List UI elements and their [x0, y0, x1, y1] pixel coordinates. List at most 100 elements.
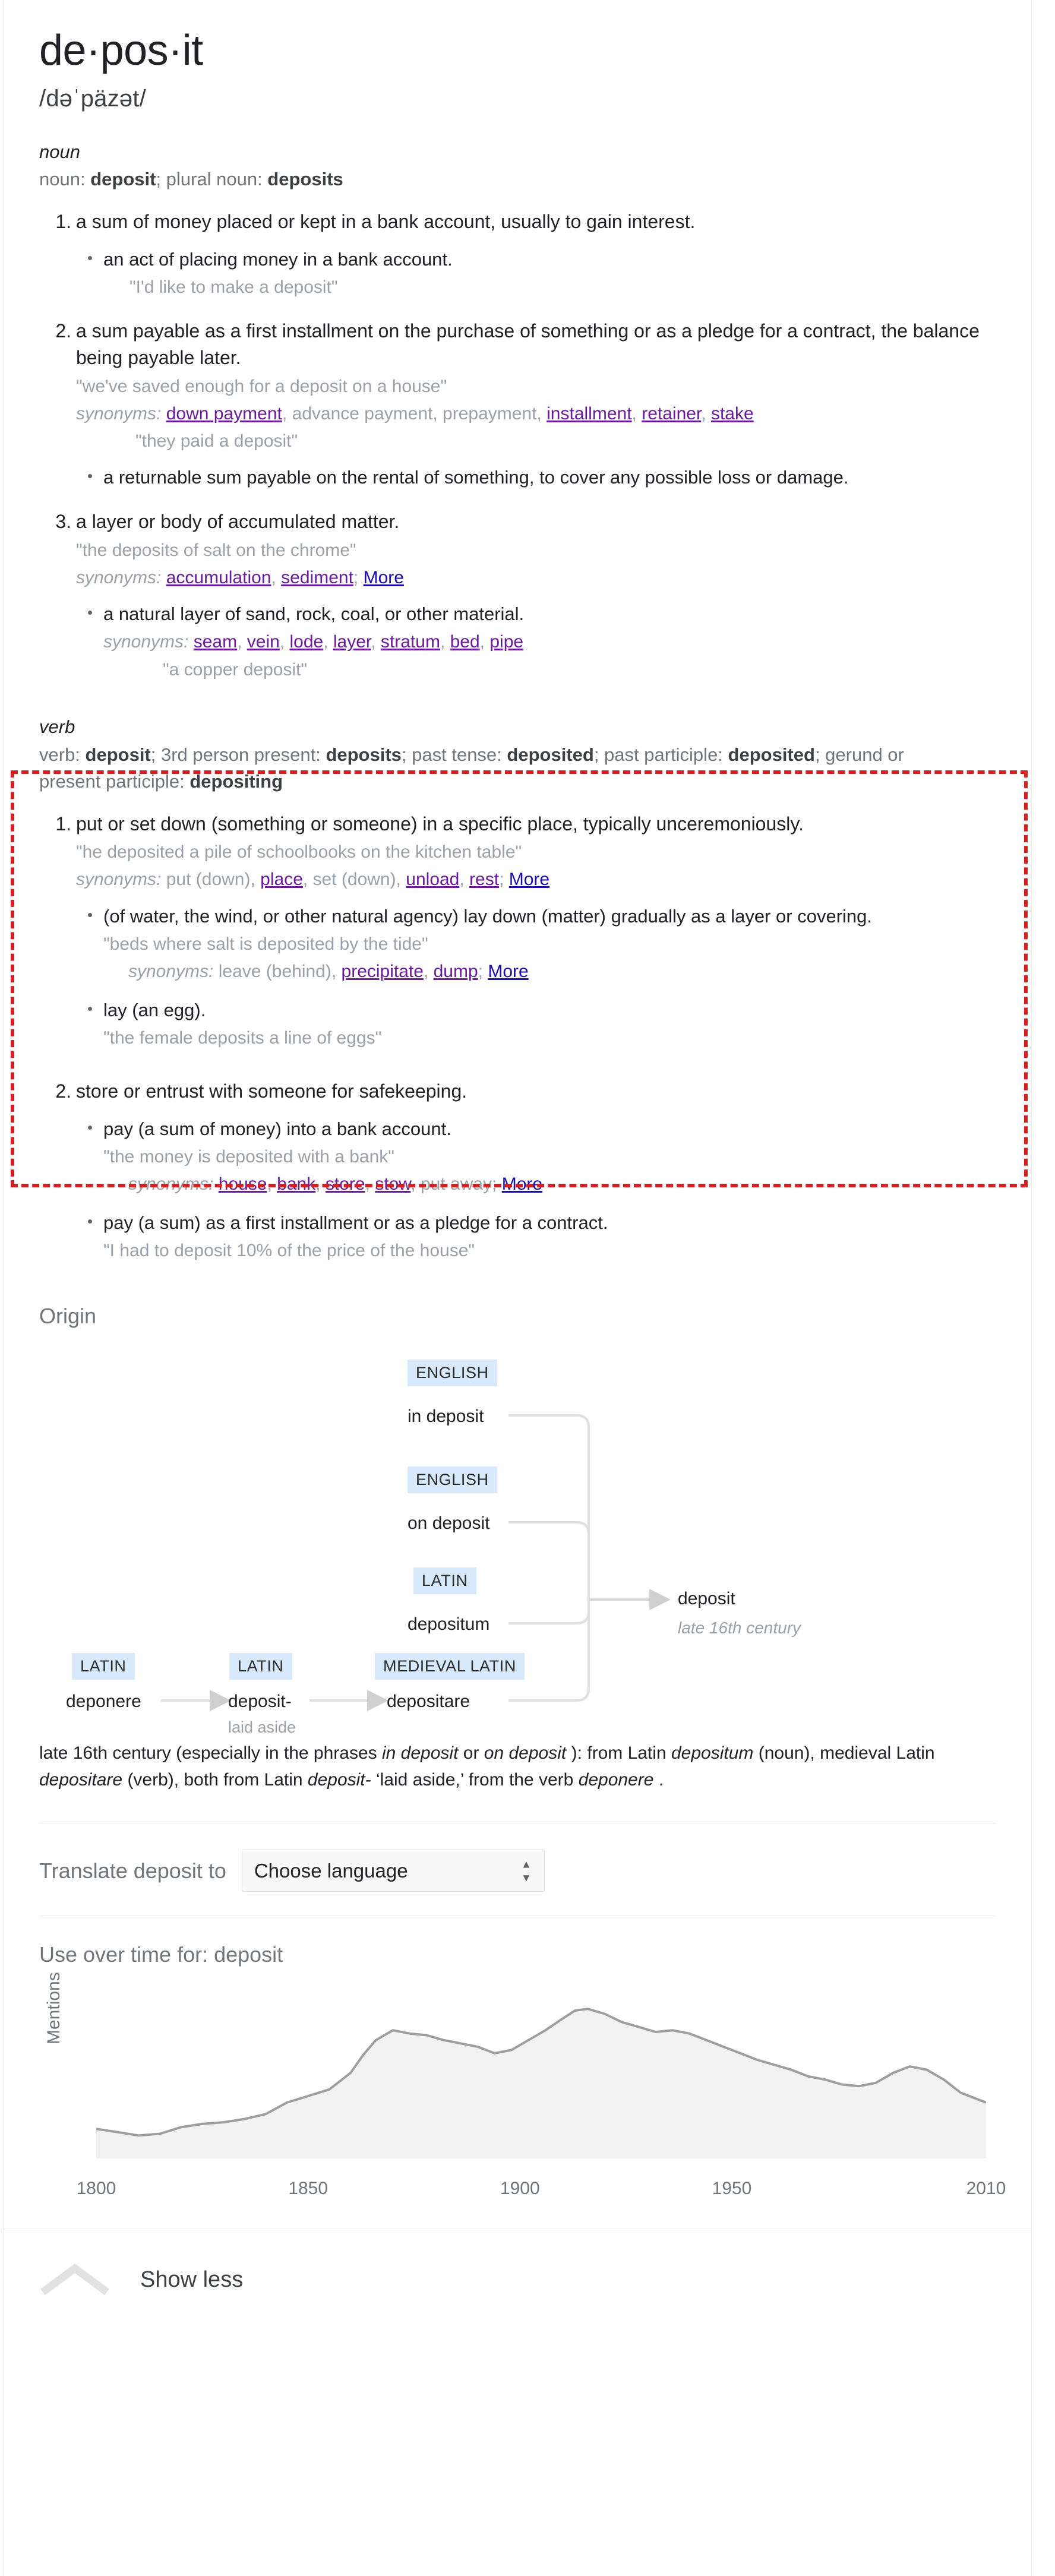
synonym-separator: , [371, 632, 381, 652]
noun-sense-3-example: "the deposits of salt on the chrome" [76, 540, 356, 560]
synonyms-list[interactable]: put (down), place, set (down), unload, r… [166, 870, 509, 889]
chart-x-tick-label: 1800 [76, 2179, 116, 2199]
synonym-item[interactable]: precipitate [342, 962, 424, 981]
verb-subsense-definition: pay (a sum) as a first installment or as… [103, 1212, 608, 1234]
verb-sense-1: put or set down (something or someone) i… [45, 811, 996, 1051]
noun-sense-2-definition: a sum payable as a first installment on … [76, 320, 980, 369]
synonym-separator: , [279, 632, 290, 652]
noun-subsense-definition: an act of placing money in a bank accoun… [103, 248, 453, 270]
etymology-text: . [653, 1770, 664, 1790]
verb-form-text: ; past tense: [401, 744, 507, 765]
noun-sense-2-synonyms: synonyms: down payment, advance payment,… [76, 402, 996, 427]
phonetic-transcription: /dəˈpäzət/ [39, 85, 146, 112]
synonym-item: leave (behind) [218, 961, 331, 981]
synonyms-list[interactable]: seam, vein, lode, layer, stratum, bed, p… [194, 632, 523, 652]
etymology-lang-chip: LATIN [72, 1653, 135, 1680]
synonyms-label: synonyms: [103, 632, 189, 652]
synonym-item: prepayment [443, 403, 537, 423]
synonym-separator: , [423, 961, 434, 981]
synonym-item[interactable]: vein [247, 632, 280, 652]
dictionary-card: de·pos·it /dəˈpäzət/ noun noun: deposit;… [3, 0, 1032, 2576]
etymology-text: (noun), medieval Latin [753, 1743, 935, 1763]
verb-subsense-definition: pay (a sum of money) into a bank account… [103, 1118, 451, 1139]
synonym-item[interactable]: accumulation [166, 568, 271, 587]
list-item: a returnable sum payable on the rental o… [88, 464, 996, 491]
synonym-item[interactable]: sediment [281, 568, 353, 587]
etymology-italic: depositare [39, 1770, 123, 1790]
chart-x-axis: 1800 1850 1900 1950 2010 [77, 2179, 1006, 2211]
etymology-term: deposit- [228, 1692, 292, 1712]
synonyms-list[interactable]: leave (behind), precipitate, dump; [219, 962, 488, 981]
synonym-item[interactable]: unload [406, 870, 459, 889]
synonym-item[interactable]: seam [194, 632, 237, 652]
synonym-item[interactable]: rest [469, 870, 499, 889]
synonym-item[interactable]: installment [547, 404, 631, 423]
synonym-item[interactable]: layer [333, 632, 371, 652]
synonym-item: set (down) [312, 870, 396, 890]
etymology-term: depositare [387, 1692, 470, 1712]
list-item: a natural layer of sand, rock, coal, or … [88, 601, 996, 682]
etymology-lang-chip: LATIN [413, 1567, 476, 1595]
noun-sense-list: a sum of money placed or kept in a bank … [39, 208, 996, 682]
synonyms-list[interactable]: down payment, advance payment, prepaymen… [166, 404, 754, 423]
synonyms-label: synonyms: [128, 961, 214, 981]
verb-subsense-example: "beds where salt is deposited by the tid… [103, 934, 428, 954]
synonym-item[interactable]: stow [375, 1174, 410, 1194]
list-item: lay (an egg). "the female deposits a lin… [88, 997, 996, 1051]
show-less-bar[interactable]: Show less [4, 2229, 1031, 2330]
synonym-separator: , [315, 1174, 326, 1194]
verb-sense-2-definition: store or entrust with someone for safeke… [76, 1080, 468, 1102]
synonyms-label: synonyms: [76, 567, 162, 587]
synonym-item[interactable]: dump [434, 962, 478, 981]
noun-forms: noun: deposit; plural noun: deposits [39, 166, 966, 193]
etymology-text: ): from Latin [566, 1743, 671, 1763]
verb-subsense-example: "the money is deposited with a bank" [103, 1146, 394, 1167]
etymology-term: on deposit [408, 1513, 490, 1534]
language-select[interactable]: Choose language [241, 1850, 545, 1892]
synonym-item[interactable]: house [219, 1174, 267, 1194]
synonym-item[interactable]: down payment [166, 404, 282, 423]
synonym-item[interactable]: bed [450, 632, 480, 652]
chart-plot [96, 2008, 986, 2159]
language-select-wrap[interactable]: Choose language ▲ ▼ [241, 1850, 545, 1892]
verb-sense-1-synonyms: synonyms: put (down), place, set (down),… [76, 867, 996, 893]
more-synonyms-link[interactable]: More [364, 568, 404, 587]
show-less-label[interactable]: Show less [140, 2267, 243, 2293]
more-synonyms-link[interactable]: More [509, 870, 549, 889]
verb-subsense-example: "I had to deposit 10% of the price of th… [103, 1241, 475, 1261]
noun-sense-3: a layer or body of accumulated matter. "… [45, 508, 996, 682]
verb-subsense-definition: (of water, the wind, or other natural ag… [103, 905, 873, 927]
chart-title: Use over time for: deposit [39, 1942, 283, 1967]
synonym-separator: , [631, 403, 642, 423]
noun-sense-2-subsenses: a returnable sum payable on the rental o… [76, 464, 996, 491]
synonym-item[interactable]: pipe [489, 632, 523, 652]
synonym-item: put away [420, 1174, 492, 1194]
chart-area-fill [96, 2009, 986, 2159]
synonym-item[interactable]: store [326, 1174, 365, 1194]
noun-sense-3-synonyms: synonyms: accumulation, sediment; More [76, 565, 996, 591]
chart-x-tick-label: 1950 [712, 2179, 752, 2199]
verb-section: verb verb: deposit; 3rd person present: … [39, 715, 996, 1263]
synonym-item: put (down) [166, 870, 251, 890]
synonym-separator: , [271, 567, 282, 587]
synonym-item: advance payment [292, 403, 433, 423]
noun-form-plural: deposits [267, 169, 343, 190]
etymology-term: in deposit [408, 1406, 484, 1427]
more-synonyms-link[interactable]: More [488, 962, 528, 981]
etymology-term: depositum [408, 1614, 490, 1635]
synonym-separator: ; [499, 870, 509, 890]
verb-form-bold: depositing [189, 770, 283, 792]
synonyms-list[interactable]: house, bank, store, stow, put away; [219, 1174, 502, 1194]
synonym-item[interactable]: bank [277, 1174, 315, 1194]
etymology-result-date: late 16th century [678, 1619, 801, 1638]
synonym-separator: , [479, 632, 490, 652]
synonym-item[interactable]: retainer [642, 404, 701, 423]
noun-sense-2-example: "we've saved enough for a deposit on a h… [76, 376, 447, 396]
synonym-item[interactable]: stratum [381, 632, 440, 652]
synonym-item[interactable]: stake [711, 404, 754, 423]
synonym-item[interactable]: place [260, 870, 303, 889]
more-synonyms-link[interactable]: More [502, 1174, 542, 1194]
synonym-separator: ; [492, 1174, 502, 1194]
synonym-item[interactable]: lode [289, 632, 323, 652]
synonyms-list[interactable]: accumulation, sediment; [166, 568, 364, 587]
